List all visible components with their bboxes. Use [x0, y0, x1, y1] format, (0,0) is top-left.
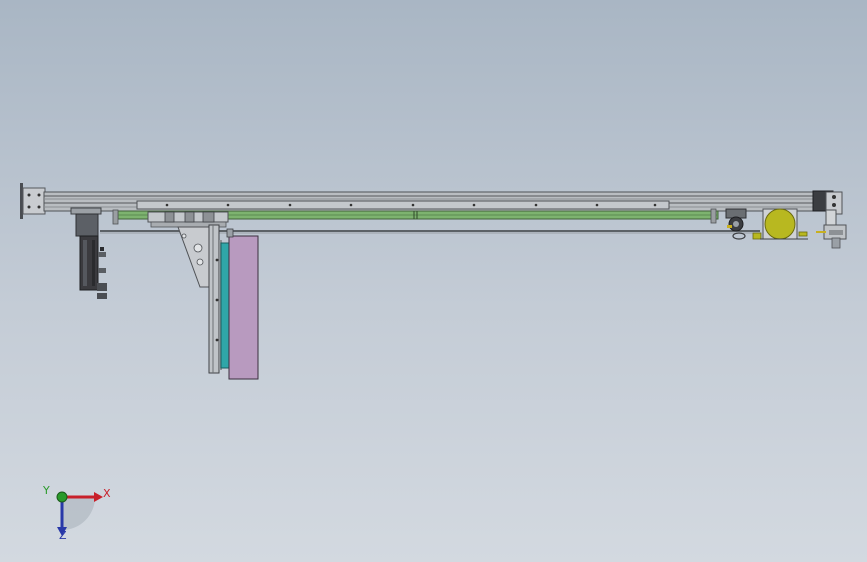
- axis-x-label: X: [103, 487, 111, 500]
- axis-y-label: Y: [43, 484, 50, 497]
- gripper-panel[interactable]: [220, 228, 259, 380]
- left-end-bracket[interactable]: [20, 183, 46, 219]
- y-axis-dot: [56, 491, 68, 503]
- drive-motor[interactable]: [70, 207, 107, 299]
- carriage-plate[interactable]: [136, 200, 670, 210]
- cad-viewport[interactable]: X Y Z: [0, 0, 867, 562]
- z-axis-carriage[interactable]: [147, 211, 229, 374]
- model-canvas[interactable]: [0, 0, 867, 562]
- right-end-bracket[interactable]: [812, 190, 847, 249]
- idler-pulley[interactable]: [725, 208, 747, 240]
- axis-z-label: Z: [59, 529, 67, 542]
- end-motor[interactable]: [752, 208, 808, 240]
